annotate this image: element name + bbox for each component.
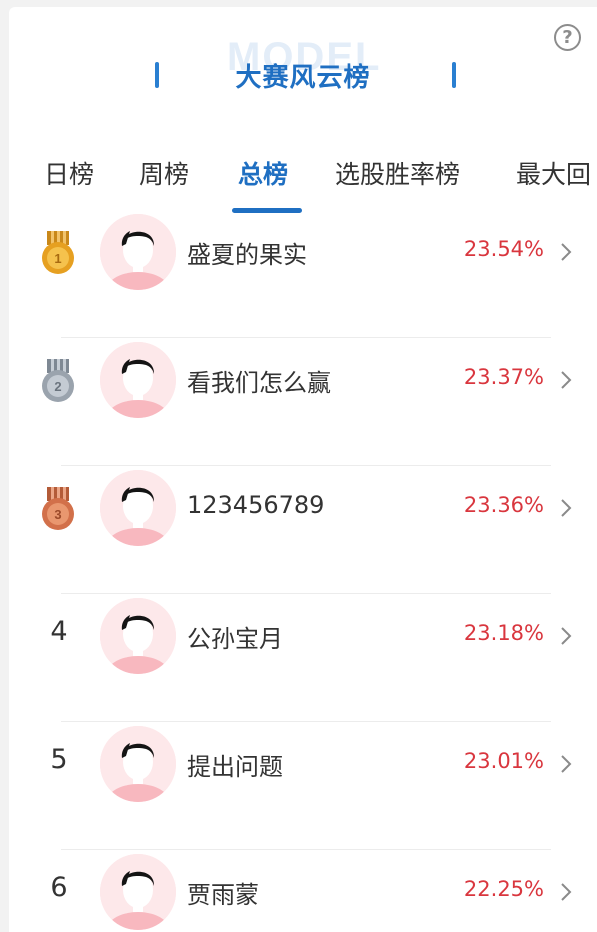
medal-rank-label: 2 (54, 379, 61, 394)
avatar[interactable] (100, 470, 176, 546)
tab-stock-win-rate[interactable]: 选股胜率榜 (335, 157, 460, 193)
chevron-right-icon (561, 755, 572, 773)
avatar[interactable] (100, 214, 176, 290)
tab-weekly[interactable]: 周榜 (139, 157, 189, 193)
bronze-medal-icon: 3 (42, 487, 74, 530)
tab-overall[interactable]: 总榜 (238, 157, 288, 193)
chevron-right-icon (561, 243, 572, 261)
rank-number: 4 (50, 616, 68, 647)
player-name: 看我们怎么赢 (187, 369, 331, 397)
player-name: 公孙宝月 (187, 625, 283, 653)
chevron-right-icon (561, 371, 572, 389)
tab-daily[interactable]: 日榜 (44, 157, 94, 193)
avatar[interactable] (100, 854, 176, 930)
list-item[interactable]: 4 公孙宝月 23.18% (9, 594, 597, 722)
win-rate: 23.54% (463, 237, 544, 261)
list-item[interactable]: 3 123456789 23.36% (9, 466, 597, 594)
ranking-tabs: 日榜 周榜 总榜 选股胜率榜 最大回 (9, 157, 597, 217)
medal-rank-label: 1 (54, 251, 61, 266)
win-rate: 22.25% (463, 877, 544, 901)
page-title: 大赛风云榜 (235, 63, 371, 93)
list-item[interactable]: 1 盛夏的果实 23.54% (9, 210, 597, 338)
avatar[interactable] (100, 726, 176, 802)
avatar[interactable] (100, 342, 176, 418)
medal-rank-label: 3 (54, 507, 61, 522)
tab-max-drawdown[interactable]: 最大回 (516, 157, 591, 193)
chevron-right-icon (561, 883, 572, 901)
avatar[interactable] (100, 598, 176, 674)
player-name: 盛夏的果实 (187, 241, 307, 269)
leaderboard-card: MODEL 大赛风云榜 ? 日榜 周榜 总榜 选股胜率榜 最大回 1 盛夏的果实… (9, 7, 597, 932)
player-name: 提出问题 (187, 753, 283, 781)
help-icon[interactable]: ? (554, 24, 581, 51)
chevron-right-icon (561, 627, 572, 645)
list-item[interactable]: 2 看我们怎么赢 23.37% (9, 338, 597, 466)
rank-number: 6 (50, 872, 68, 903)
player-name: 贾雨蒙 (187, 881, 259, 909)
list-item[interactable]: 6 贾雨蒙 22.25% (9, 850, 597, 932)
leaderboard-header: MODEL 大赛风云榜 ? (9, 7, 597, 137)
chevron-right-icon (561, 499, 572, 517)
player-name: 123456789 (187, 491, 325, 519)
silver-medal-icon: 2 (42, 359, 74, 402)
win-rate: 23.36% (463, 493, 544, 517)
title-decor-bar-right (452, 62, 456, 88)
win-rate: 23.18% (463, 621, 544, 645)
win-rate: 23.37% (463, 365, 544, 389)
gold-medal-icon: 1 (42, 231, 74, 274)
rank-number: 5 (50, 744, 68, 775)
list-item[interactable]: 5 提出问题 23.01% (9, 722, 597, 850)
win-rate: 23.01% (463, 749, 544, 773)
